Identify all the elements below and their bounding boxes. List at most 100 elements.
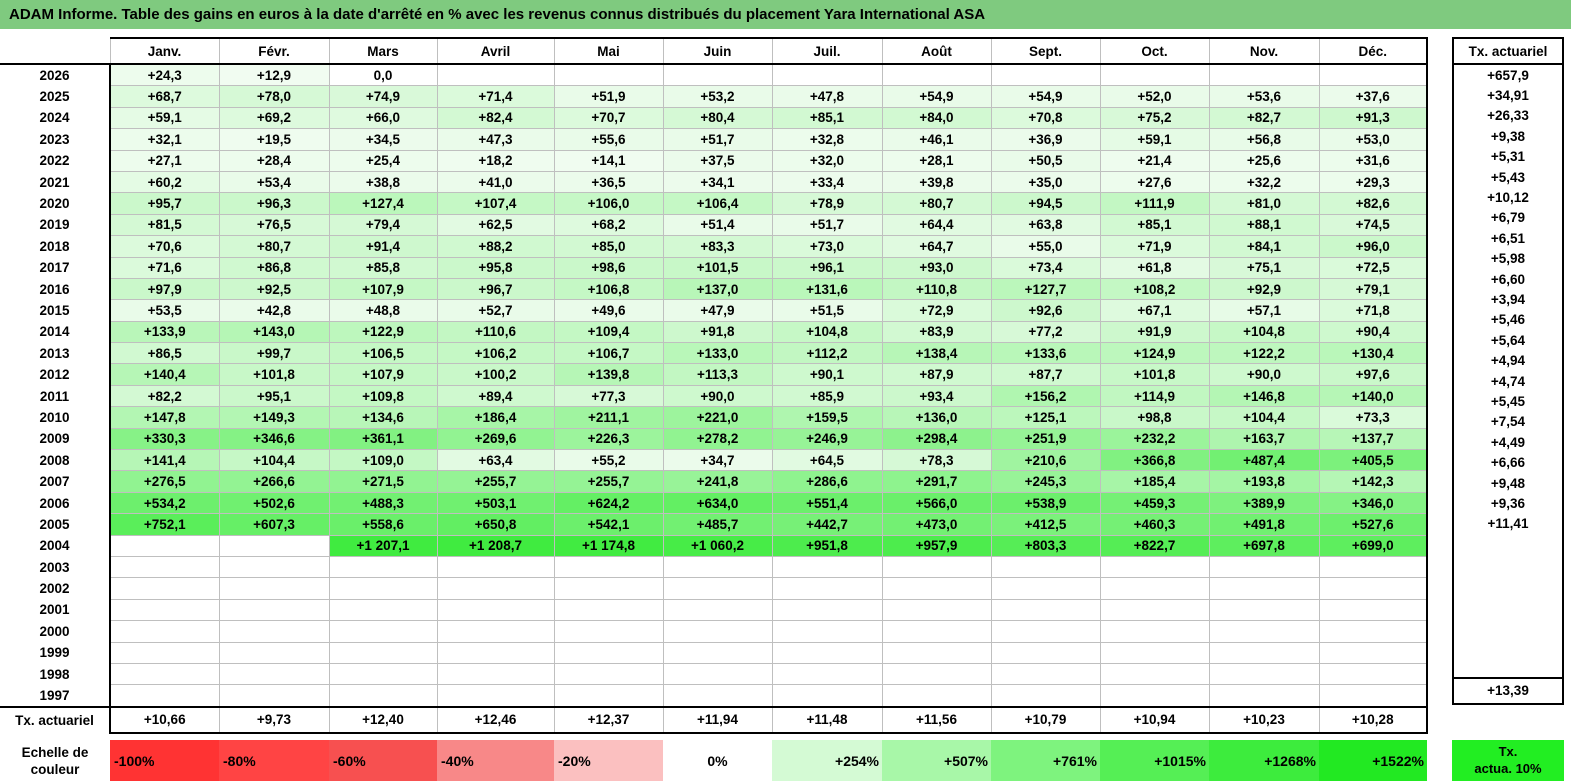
table-row: 1997 (0, 684, 1428, 708)
gain-cell: +266,6 (218, 470, 330, 493)
actuarial-rate-cell: +5,98 (1452, 248, 1564, 269)
gain-cell: +95,1 (218, 384, 330, 408)
gain-cell: +32,8 (771, 128, 883, 151)
gain-cell: +95,7 (109, 192, 220, 215)
gain-cell: +64,7 (881, 235, 992, 258)
gain-cell: +101,5 (662, 256, 773, 279)
table-row: 2010 +147,8 +149,3 +134,6 +186,4 +211,1 +221,0… (0, 406, 1428, 429)
gain-cell (990, 641, 1101, 664)
gain-cell: +133,6 (990, 342, 1101, 365)
scale-step: -60% (329, 740, 437, 781)
gain-cell: +27,1 (109, 149, 220, 172)
gain-cell (436, 662, 555, 686)
gain-cell: +51,7 (771, 213, 883, 237)
table-row: 2020 +95,7 +96,3 +127,4 +107,4 +106,0 +106,4 +7… (0, 192, 1428, 215)
gain-cell: +298,4 (881, 427, 992, 451)
month-rate-cell: +12,46 (436, 705, 555, 734)
gain-cell: +51,5 (771, 299, 883, 322)
gain-cell: +54,9 (990, 85, 1101, 108)
gain-cell (771, 641, 883, 664)
gain-cell: +90,0 (662, 384, 773, 408)
year-label: 2012 (0, 363, 111, 386)
actuarial-rate-cell: +9,48 (1452, 472, 1564, 494)
gain-cell (109, 684, 220, 708)
gain-cell: +77,2 (990, 320, 1101, 344)
year-label: 2018 (0, 235, 111, 258)
year-label: 2013 (0, 342, 111, 364)
gain-cell (771, 555, 883, 579)
gain-cell (662, 555, 773, 579)
gain-cell (1318, 555, 1428, 579)
gain-cell (1318, 684, 1428, 708)
gain-cell (109, 534, 220, 557)
gain-cell: +106,8 (553, 277, 664, 301)
gain-cell (1099, 577, 1210, 600)
table-row: 2024 +59,1 +69,2 +66,0 +82,4 +70,7 +80,4 +85,1 +… (0, 106, 1428, 130)
gain-cell: +18,2 (436, 149, 555, 172)
table-row: 2012 +140,4 +101,8 +107,9 +100,2 +139,8 +113,3… (0, 363, 1428, 386)
actuarial-rate-cell (1452, 656, 1564, 678)
gain-cell: +502,6 (218, 491, 330, 515)
gain-cell: +246,9 (771, 427, 883, 451)
gain-cell (1099, 684, 1210, 708)
gain-cell: +64,4 (881, 213, 992, 237)
side-header: Tx. actuariel (1452, 37, 1564, 65)
gain-cell: +146,8 (1208, 384, 1320, 408)
gain-cell (990, 620, 1101, 643)
gain-cell (881, 662, 992, 686)
gain-cell: +124,9 (1099, 342, 1210, 365)
table-row: 2025 +68,7 +78,0 +74,9 +71,4 +51,9 +53,2 +47,8 +… (0, 85, 1428, 108)
gain-cell: +122,9 (328, 320, 438, 344)
gain-cell: +71,8 (1318, 299, 1428, 322)
gain-cell: +193,8 (1208, 470, 1320, 493)
gain-cell: +82,4 (436, 106, 555, 130)
gain-cell: +185,4 (1099, 470, 1210, 493)
gain-cell: +85,1 (1099, 213, 1210, 237)
gain-cell: +1 207,1 (328, 534, 438, 557)
table-row: 2006 +534,2 +502,6 +488,3 +503,1 +624,2 +634,0… (0, 491, 1428, 515)
gain-cell: +136,0 (881, 406, 992, 429)
gain-cell: +92,6 (990, 299, 1101, 322)
gain-cell: +96,1 (771, 256, 883, 279)
gain-cell: +53,6 (1208, 85, 1320, 108)
gain-cell: +186,4 (436, 406, 555, 429)
gain-cell: +53,0 (1318, 128, 1428, 151)
gain-cell: +131,6 (771, 277, 883, 301)
gain-cell: +60,2 (109, 170, 220, 194)
gain-cell: +19,5 (218, 128, 330, 151)
gain-cell: +31,6 (1318, 149, 1428, 172)
gain-cell: +84,0 (881, 106, 992, 130)
gain-cell: +85,1 (771, 106, 883, 130)
gain-cell: +101,8 (218, 363, 330, 386)
gain-cell (990, 662, 1101, 686)
gain-cell: +12,9 (218, 64, 330, 87)
gain-cell (436, 684, 555, 708)
gain-cell (218, 684, 330, 708)
gain-cell: +34,7 (662, 449, 773, 472)
actuarial-rate-cell: +4,74 (1452, 370, 1564, 392)
gain-cell: +52,7 (436, 299, 555, 322)
gain-cell: +90,0 (1208, 363, 1320, 386)
gain-cell: +93,0 (881, 256, 992, 279)
gain-cell: +97,9 (109, 277, 220, 301)
table-row: 2018 +70,6 +80,7 +91,4 +88,2 +85,0 +83,3 +73,0 +… (0, 235, 1428, 258)
table-row: 2015 +53,5 +42,8 +48,8 +52,7 +49,6 +47,9 +51,5 +… (0, 299, 1428, 322)
gain-cell (662, 577, 773, 600)
gain-cell: +624,2 (553, 491, 664, 515)
gain-cell (328, 598, 438, 622)
gain-cell: +81,0 (1208, 192, 1320, 215)
gain-cell: +34,1 (662, 170, 773, 194)
gain-cell (990, 684, 1101, 708)
gain-cell (109, 577, 220, 600)
gain-cell: +107,4 (436, 192, 555, 215)
year-label: 1998 (0, 663, 111, 685)
gain-cell: +93,4 (881, 384, 992, 408)
gain-cell: +67,1 (1099, 299, 1210, 322)
gain-cell: +697,8 (1208, 534, 1320, 557)
gain-cell: +80,7 (218, 235, 330, 258)
gain-cell: +699,0 (1318, 534, 1428, 557)
gain-cell: +92,9 (1208, 277, 1320, 301)
year-label: 1999 (0, 642, 111, 664)
color-scale: Echelle de couleur -100% -80% -60% -40% -20%… (0, 740, 1427, 781)
table-row: 2023 +32,1 +19,5 +34,5 +47,3 +55,6 +51,7 +32,8 +… (0, 128, 1428, 151)
